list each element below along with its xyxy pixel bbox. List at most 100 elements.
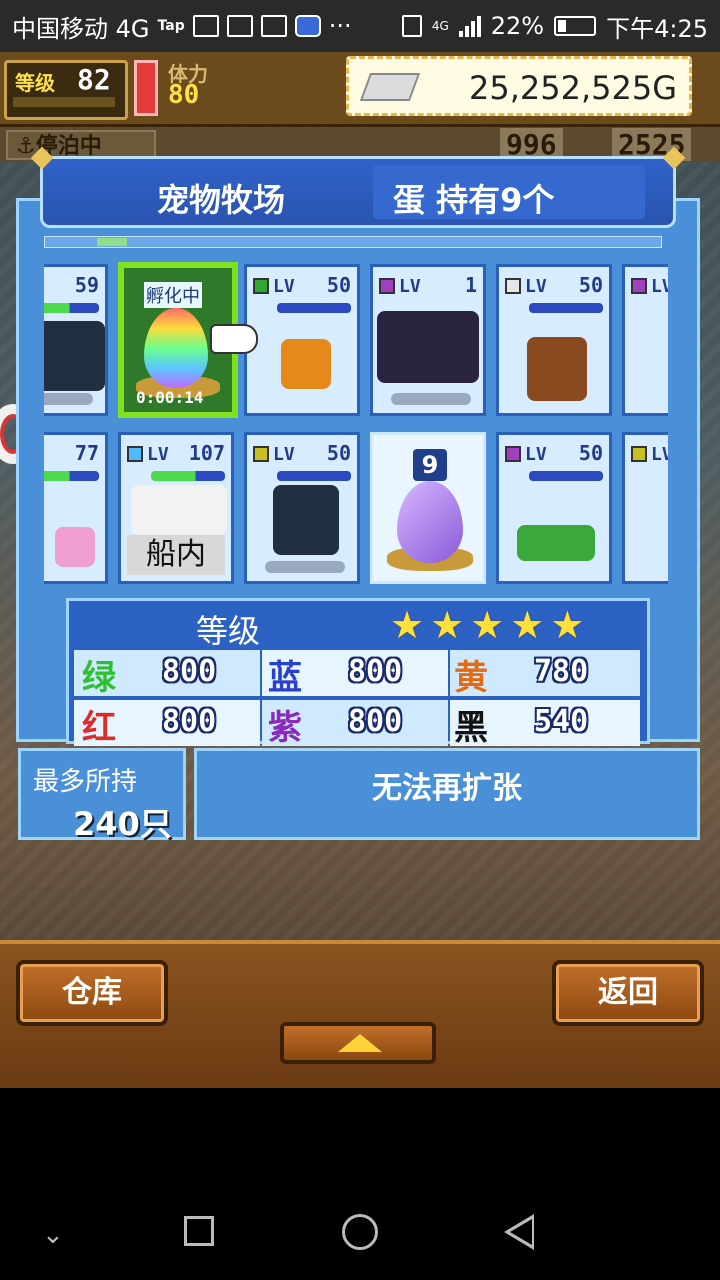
pet-card[interactable]: LV 107 船内	[118, 432, 234, 584]
purple-gem-icon	[631, 278, 647, 294]
hatch-timer: 0:00:14	[136, 388, 204, 407]
stat-cell: 红 800	[74, 700, 260, 748]
star-icon: ★	[510, 603, 545, 647]
stat-name: 黑	[454, 708, 488, 748]
recent-apps-icon[interactable]	[184, 1216, 214, 1246]
pet-card[interactable]: LV	[622, 264, 668, 416]
hp-bar	[529, 303, 603, 313]
navigation-bar: ⌄	[0, 1180, 720, 1280]
star-rating: ★ ★ ★ ★ ★	[390, 604, 584, 646]
stat-value: 780	[534, 654, 589, 689]
stat-value: 800	[348, 704, 403, 739]
dark-dragon-sprite	[377, 311, 479, 383]
scrollbar[interactable]	[44, 236, 662, 248]
white-gem-icon	[505, 278, 521, 294]
stat-cell: 紫 800	[262, 700, 448, 748]
back-button[interactable]: 返回	[552, 960, 704, 1026]
level-row: LV	[253, 443, 295, 465]
level-box: 等级 82	[4, 60, 128, 120]
star-icon: ★	[390, 603, 425, 647]
hatching-label: 孵化中	[144, 282, 202, 308]
warehouse-button[interactable]: 仓库	[16, 960, 168, 1026]
vibrate-icon	[401, 15, 422, 37]
max-capacity-box: 最多所持 240只	[18, 748, 186, 843]
level-row: LV	[127, 443, 169, 465]
egg-count-badge: 9	[413, 449, 447, 481]
lv-text: LV	[525, 443, 547, 465]
lv-text: LV	[651, 275, 668, 297]
grid-icon	[226, 15, 253, 37]
lv-text: LV	[273, 275, 295, 297]
stat-cell: 黑 540	[450, 700, 640, 748]
purple-gem-icon	[379, 278, 395, 294]
stat-value: 540	[534, 704, 589, 739]
pet-card[interactable]: LV 1	[370, 264, 486, 416]
scrollbar-thumb[interactable]	[97, 238, 127, 246]
max-capacity-label: 最多所持	[33, 767, 138, 797]
radio-icon	[294, 15, 321, 37]
pet-card[interactable]: LV 50	[244, 432, 360, 584]
chevron-down-icon[interactable]: ⌄	[42, 1220, 64, 1250]
hp-bar	[151, 471, 225, 481]
hp-bar	[44, 303, 99, 313]
exp-bar	[13, 97, 115, 107]
stat-name: 蓝	[268, 658, 302, 698]
lv-text: LV	[651, 443, 668, 465]
gold-display: 25,252,525G	[346, 56, 692, 116]
yellow-gem-icon	[253, 446, 269, 462]
pet-card[interactable]: LV	[622, 432, 668, 584]
stat-name: 黄	[454, 658, 488, 698]
pet-shadow	[391, 393, 471, 405]
mail-icon	[260, 15, 287, 37]
rank-label: 等级	[196, 612, 261, 650]
lv-text: LV	[273, 443, 295, 465]
pointer-hand-icon	[210, 324, 258, 354]
stat-name: 红	[82, 708, 116, 748]
network-type: 4G	[431, 19, 449, 33]
signal-icon	[458, 15, 481, 37]
hp-bar	[529, 471, 603, 481]
white-beast-sprite	[131, 485, 227, 535]
pet-level: 50	[578, 441, 603, 465]
star-icon: ★	[430, 603, 465, 647]
max-capacity-value: 240只	[73, 805, 172, 843]
stat-name: 紫	[268, 708, 302, 748]
tentacle-monster-sprite	[273, 485, 339, 555]
pet-card[interactable]: LV 50	[496, 432, 612, 584]
level-row: LV	[505, 443, 547, 465]
pet-card[interactable]: LV 50	[244, 264, 360, 416]
egg-card[interactable]: 9	[370, 432, 486, 584]
level-label: 等级	[15, 71, 55, 95]
blue-gem-icon	[127, 446, 143, 462]
battery-icon	[554, 16, 597, 36]
stat-cell: 黄 780	[450, 650, 640, 698]
pet-card[interactable]: 77	[44, 432, 108, 584]
lv-text: LV	[147, 443, 169, 465]
level-value: 82	[77, 63, 111, 96]
pet-level: 59	[74, 273, 99, 297]
pet-shadow	[265, 561, 345, 573]
rainbow-egg-icon	[144, 308, 208, 388]
hp-bar	[44, 471, 99, 481]
purple-gem-icon	[505, 446, 521, 462]
expand-button[interactable]: 无法再扩张	[194, 748, 700, 840]
orange-beast-sprite	[281, 339, 331, 389]
clock: 下午4:25	[606, 14, 708, 43]
pet-card[interactable]: LV 50	[496, 264, 612, 416]
on-ship-badge: 船内	[127, 535, 225, 575]
battery-percent: 22%	[490, 12, 545, 40]
home-icon[interactable]	[342, 1214, 378, 1250]
hp-bar	[277, 471, 351, 481]
stamina-value: 80	[168, 80, 200, 110]
pet-card[interactable]: 59	[44, 264, 108, 416]
tap-icon: Tap	[157, 18, 185, 34]
stat-cell: 绿 800	[74, 650, 260, 698]
star-icon: ★	[550, 603, 585, 647]
grid-icon	[192, 15, 219, 37]
up-arrow-icon	[338, 1034, 382, 1052]
back-triangle-icon[interactable]	[504, 1214, 534, 1250]
stat-value: 800	[162, 704, 217, 739]
expand-menu-button[interactable]	[280, 1022, 436, 1064]
pet-level: 50	[326, 441, 351, 465]
stat-cell: 蓝 800	[262, 650, 448, 698]
